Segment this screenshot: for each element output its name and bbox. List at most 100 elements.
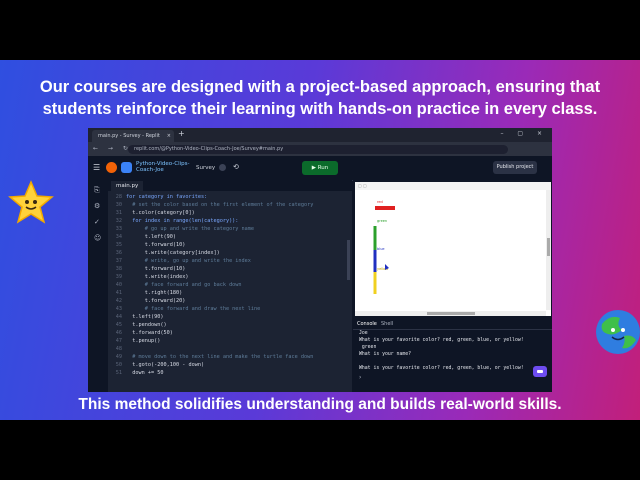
code-line: 31 t.color(category[0]) <box>108 209 352 217</box>
code-text: t.forward(10) <box>126 242 186 248</box>
code-line: 28 for category in favorites: <box>108 193 352 201</box>
code-line: 36 t.write(category[index]) <box>108 249 352 257</box>
code-text: t.left(90) <box>126 314 164 320</box>
window-controls[interactable]: – ▢ × <box>500 130 548 137</box>
code-line: 51 down += 50 <box>108 369 352 377</box>
turtle-canvas: red green blue yellow <box>373 200 395 294</box>
code-text: t.goto(-200,100 - down) <box>126 362 205 368</box>
globe-mascot-icon <box>596 310 640 354</box>
line-number: 42 <box>115 298 122 304</box>
code-line: 45 t.pendown() <box>108 321 352 329</box>
code-text: # face forward and go back down <box>126 282 242 288</box>
code-text: t.color(category[0]) <box>126 210 195 216</box>
line-number: 31 <box>115 210 122 216</box>
avatar[interactable] <box>121 162 132 173</box>
code-text: down += 50 <box>126 370 164 376</box>
browser-tab[interactable]: main.py - Survey - Replit × <box>92 130 174 142</box>
code-line: 30 # set the color based on the first el… <box>108 201 352 209</box>
close-tab-icon[interactable]: × <box>167 130 171 142</box>
code-line: 34 t.left(90) <box>108 233 352 241</box>
left-sidebar: ⎘ ⚙ ✓ ☺ <box>88 180 109 392</box>
code-editor[interactable]: main.py 28 for category in favorites: 30 #… <box>108 180 352 392</box>
code-line: 35 t.forward(10) <box>108 241 352 249</box>
line-number: 38 <box>115 266 122 272</box>
code-line: 47 t.penup() <box>108 337 352 345</box>
tab-shell[interactable]: Shell <box>381 320 393 328</box>
publish-button[interactable]: Publish project <box>493 161 537 174</box>
right-panel: ▢ ▢ red green blue yellow Console Shell … <box>353 180 552 392</box>
line-number: 37 <box>115 258 122 264</box>
code-line: 37 # write, go up and write the index <box>108 257 352 265</box>
code-text: # set the color based on the first eleme… <box>126 202 314 208</box>
run-button[interactable]: ▶ Run <box>302 161 338 175</box>
editor-scrollbar[interactable] <box>347 240 350 280</box>
webview-hscroll[interactable] <box>355 311 546 316</box>
line-number: 39 <box>115 274 122 280</box>
history-icon[interactable]: ⟲ <box>233 163 239 171</box>
replit-toolbar: ☰ Python-Video-Clips-Coach-Joe Survey ⟲ … <box>88 156 552 181</box>
tab-title: main.py - Survey - Replit <box>98 133 160 139</box>
code-text: t.forward(10) <box>126 266 186 272</box>
turtle-label-green: green <box>377 219 387 223</box>
console-tabbar: Console Shell <box>353 319 552 330</box>
browser-tabbar: main.py - Survey - Replit × + – ▢ × <box>88 128 552 142</box>
file-tab-main[interactable]: main.py <box>111 181 144 191</box>
replit-logo-icon[interactable] <box>106 162 117 173</box>
line-number: 40 <box>115 282 122 288</box>
turtle-label-blue: blue <box>377 247 385 251</box>
console-prompt[interactable]: › <box>359 374 361 381</box>
code-line: 40 # face forward and go back down <box>108 281 352 289</box>
code-text: t.write(index) <box>126 274 189 280</box>
line-number: 50 <box>115 362 122 368</box>
project-settings-icon[interactable] <box>219 164 226 171</box>
check-icon[interactable]: ✓ <box>94 218 100 226</box>
console-output[interactable]: Joe What is your favorite color? red, gre… <box>359 330 549 372</box>
tab-console[interactable]: Console <box>357 320 377 328</box>
menu-icon[interactable]: ☰ <box>93 163 100 172</box>
headline: Our courses are designed with a project-… <box>0 76 640 120</box>
code-text: t.pendown() <box>126 322 167 328</box>
files-icon[interactable]: ⎘ <box>94 186 100 195</box>
code-line: 39 t.write(index) <box>108 273 352 281</box>
headline-line-1: Our courses are designed with a project-… <box>39 78 601 96</box>
line-number: 41 <box>115 290 122 296</box>
line-number: 45 <box>115 322 122 328</box>
settings-gear-icon[interactable]: ⚙ <box>94 202 100 210</box>
code-text: t.penup() <box>126 338 161 344</box>
line-number: 35 <box>115 242 122 248</box>
line-number: 48 <box>115 346 122 352</box>
chat-icon[interactable] <box>533 366 547 377</box>
code-text: for category in favorites: <box>126 194 208 200</box>
code-text: t.right(180) <box>126 290 183 296</box>
nav-buttons-icon[interactable]: ← → ↻ <box>93 145 132 152</box>
code-line: 49 # move down to the next line and make… <box>108 353 352 361</box>
code-lines: 28 for category in favorites: 30 # set the… <box>108 193 352 377</box>
code-line: 38 t.forward(10) <box>108 265 352 273</box>
project-name[interactable]: Survey <box>196 165 215 171</box>
line-number: 44 <box>115 314 122 320</box>
code-text: t.write(category[index]) <box>126 250 220 256</box>
code-text: t.left(90) <box>126 234 176 240</box>
console-line: Joe <box>359 331 368 336</box>
code-line: 32 for index in range(len(category)): <box>108 217 352 225</box>
url-field[interactable]: replit.com/@Python-Video-Clips-Coach-Joe… <box>128 145 508 154</box>
code-text: t.forward(50) <box>126 330 173 336</box>
code-line: 44 t.left(90) <box>108 313 352 321</box>
code-text: for index in range(len(category)): <box>126 218 239 224</box>
line-number: 34 <box>115 234 122 240</box>
code-line: 43 # face forward and draw the next line <box>108 305 352 313</box>
webview-bar: ▢ ▢ <box>355 182 551 190</box>
hscroll-thumb[interactable] <box>427 312 475 315</box>
code-text: # face forward and draw the next line <box>126 306 261 312</box>
webview-vscroll[interactable] <box>546 190 551 310</box>
code-line: 42 t.forward(20) <box>108 297 352 305</box>
person-icon[interactable]: ☺ <box>94 234 101 242</box>
file-tabbar: main.py <box>108 180 352 191</box>
repl-name[interactable]: Python-Video-Clips-Coach-Joe <box>136 161 196 173</box>
new-tab-icon[interactable]: + <box>178 129 185 138</box>
code-line: 41 t.right(180) <box>108 289 352 297</box>
line-number: 36 <box>115 250 122 256</box>
vscroll-thumb[interactable] <box>547 238 550 256</box>
line-number: 49 <box>115 354 122 360</box>
